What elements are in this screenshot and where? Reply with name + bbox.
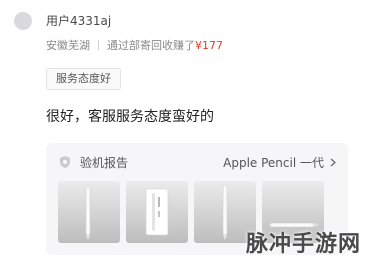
chevron-right-icon [330,158,336,167]
username: 用户4331aj [46,14,112,28]
product-name: Apple Pencil 一代 [223,156,324,170]
meta-divider [98,40,99,50]
inspection-header[interactable]: 验机报告 Apple Pencil 一代 [58,154,336,170]
avatar [14,12,32,30]
thumbnail[interactable] [58,181,120,243]
review-meta: 安徽芜湖 通过部寄回收赚了 ¥177 [46,37,223,53]
location-text: 安徽芜湖 [46,39,90,52]
review-tag: 服务态度好 [46,68,121,90]
purchase-text: 通过部寄回收赚了 [107,39,195,52]
review-text: 很好，客服服务态度蛮好的 [46,109,214,125]
inspection-icon [60,156,70,168]
watermark: 脉冲手游网 [245,232,361,257]
thumbnail[interactable] [126,181,188,243]
pencil-photo-1 [85,186,91,240]
product-link[interactable]: Apple Pencil 一代 [223,154,336,171]
earned-price: ¥177 [195,38,223,52]
pencil-photo-2 [145,188,169,236]
inspection-label: 验机报告 [80,156,129,170]
